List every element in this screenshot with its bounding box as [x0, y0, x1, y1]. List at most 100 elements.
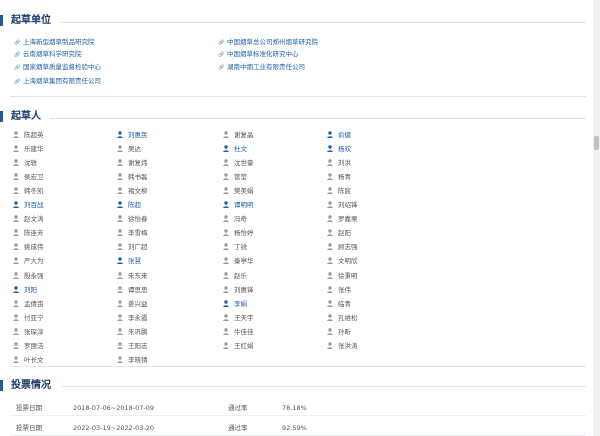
- drafter-name: 牛佳佳: [234, 327, 254, 336]
- drafter-name: 刘广超: [128, 243, 148, 252]
- drafter-item: 谭思思: [116, 285, 148, 294]
- drafter-item: 侯宏卫: [12, 172, 44, 181]
- drafter-item: 管莹: [222, 172, 247, 181]
- drafter-item: 丁锐: [222, 242, 247, 251]
- drafter-item[interactable]: 张慧: [116, 256, 141, 265]
- drafter-item: 顾志强: [326, 242, 358, 251]
- vote-rate-label: 通过率: [228, 424, 248, 432]
- link-icon: 🔗: [14, 52, 21, 58]
- vote-rate-value: 92.59%: [282, 424, 307, 432]
- drafter-item: 谢复炜: [116, 158, 148, 167]
- drafter-item: 孔维松: [326, 313, 358, 322]
- person-icon: [116, 215, 124, 223]
- drafter-item: 樊美娟: [222, 186, 254, 195]
- drafter-item: 孙昕: [326, 327, 351, 336]
- person-icon: [116, 271, 124, 279]
- drafting-unit-link[interactable]: 🔗 上海烟草集团有限责任公司: [14, 77, 101, 86]
- drafter-name: 孔维松: [338, 313, 358, 322]
- person-icon: [326, 145, 334, 153]
- drafter-name: 刘洪: [338, 159, 351, 168]
- drafter-name: 谢复炜: [128, 159, 148, 168]
- drafter-item: 刘绍锋: [326, 200, 358, 209]
- person-icon: [222, 173, 230, 181]
- person-icon: [326, 313, 334, 321]
- drafter-item: 张伟: [326, 285, 351, 294]
- person-icon: [116, 173, 124, 181]
- drafting-unit-link[interactable]: 🔗 中国烟草标准化研究中心: [218, 50, 299, 59]
- drafter-item: 刘惠锋: [222, 285, 254, 294]
- drafter-name: 赵文涛: [24, 215, 44, 224]
- units-bottom-divider: [10, 96, 586, 97]
- drafter-name: 杨怡婷: [234, 229, 254, 238]
- drafting-unit-link[interactable]: 🔗 湖南中烟工业有限责任公司: [218, 63, 305, 72]
- person-icon: [12, 243, 20, 251]
- person-icon: [222, 159, 230, 167]
- drafter-name: 李永霞: [128, 313, 148, 322]
- drafter-item: 陈连芳: [12, 228, 44, 237]
- drafter-name: 秦亭华: [234, 257, 254, 266]
- link-icon: 🔗: [14, 79, 21, 85]
- drafter-name: 张伟: [338, 285, 351, 294]
- drafter-name: 罗嘉栗: [338, 215, 358, 224]
- people-section-title: 起草人: [0, 111, 41, 122]
- person-icon: [116, 145, 124, 153]
- drafting-unit-name: 国家烟草质量监督检验中心: [23, 63, 101, 71]
- person-icon: [326, 342, 334, 349]
- drafter-item[interactable]: 陈超: [116, 200, 141, 209]
- drafter-item: 李雪梅: [116, 228, 148, 237]
- person-icon: [12, 159, 20, 167]
- drafter-name: 刘惠民: [128, 131, 148, 139]
- vote-row: 投票日期 2022-03-19~2022-03-20 通过率 92.59%: [10, 418, 586, 436]
- person-icon: [116, 299, 124, 307]
- drafter-name: 孙昕: [338, 327, 351, 336]
- drafter-item[interactable]: 杨欢: [326, 144, 351, 153]
- drafting-unit-link[interactable]: 🔗 云南烟草科学研究院: [14, 50, 82, 59]
- person-icon: [12, 215, 20, 223]
- drafter-name: 文明欣: [338, 257, 358, 266]
- drafter-item[interactable]: 刘百战: [12, 200, 44, 209]
- drafter-name: 叶长文: [24, 355, 44, 364]
- drafting-unit-name: 云南烟草科学研究院: [23, 50, 82, 58]
- drafter-item[interactable]: 刘惠民: [116, 130, 148, 139]
- person-icon: [326, 327, 334, 335]
- drafter-name: 陈宸: [338, 187, 351, 196]
- drafting-unit-link[interactable]: 🔗 国家烟草质量监督检验中心: [14, 63, 101, 72]
- drafter-name: 陈超: [128, 201, 141, 210]
- person-icon: [222, 271, 230, 279]
- drafter-item: 临青: [326, 299, 351, 308]
- person-icon: [326, 257, 334, 265]
- person-icon: [12, 356, 20, 363]
- drafter-item[interactable]: 刘阳: [12, 285, 37, 294]
- drafter-item[interactable]: 李娟: [222, 299, 247, 308]
- drafting-unit-link[interactable]: 🔗 上海新型烟草制品研究院: [14, 38, 95, 47]
- person-icon: [326, 173, 334, 181]
- drafting-unit-link[interactable]: 🔗 中国烟草总公司郑州烟草研究院: [218, 38, 318, 47]
- drafter-item: 沈世豪: [222, 158, 254, 167]
- drafter-name: 李晓猜: [128, 355, 148, 364]
- person-icon: [326, 229, 334, 237]
- drafter-name: 赵乐: [234, 271, 247, 280]
- person-icon: [326, 215, 334, 223]
- drafter-name: 顾志强: [338, 243, 358, 252]
- drafter-name: 王天宇: [234, 313, 254, 322]
- person-icon: [222, 187, 230, 195]
- person-icon: [116, 159, 124, 167]
- people-bottom-divider: [10, 366, 586, 367]
- drafter-item: 韩书磊: [116, 172, 148, 181]
- drafter-item: 文明欣: [326, 256, 358, 265]
- link-icon: 🔗: [14, 65, 21, 71]
- person-icon: [116, 356, 124, 363]
- vertical-scrollbar[interactable]: [593, 0, 600, 436]
- drafter-name: 刘阳: [24, 285, 37, 294]
- scrollbar-thumb[interactable]: [594, 136, 599, 150]
- drafter-item[interactable]: 杜文: [222, 144, 247, 153]
- person-icon: [222, 313, 230, 321]
- person-icon: [222, 229, 230, 237]
- drafter-item: 沈轶: [12, 158, 37, 167]
- drafter-name: 乐建华: [24, 145, 44, 154]
- drafter-item[interactable]: 俞健: [326, 130, 351, 139]
- drafter-name: 陈连芳: [24, 229, 44, 238]
- drafter-item[interactable]: 谭明明: [222, 200, 254, 209]
- person-icon: [116, 257, 124, 265]
- person-icon: [326, 159, 334, 167]
